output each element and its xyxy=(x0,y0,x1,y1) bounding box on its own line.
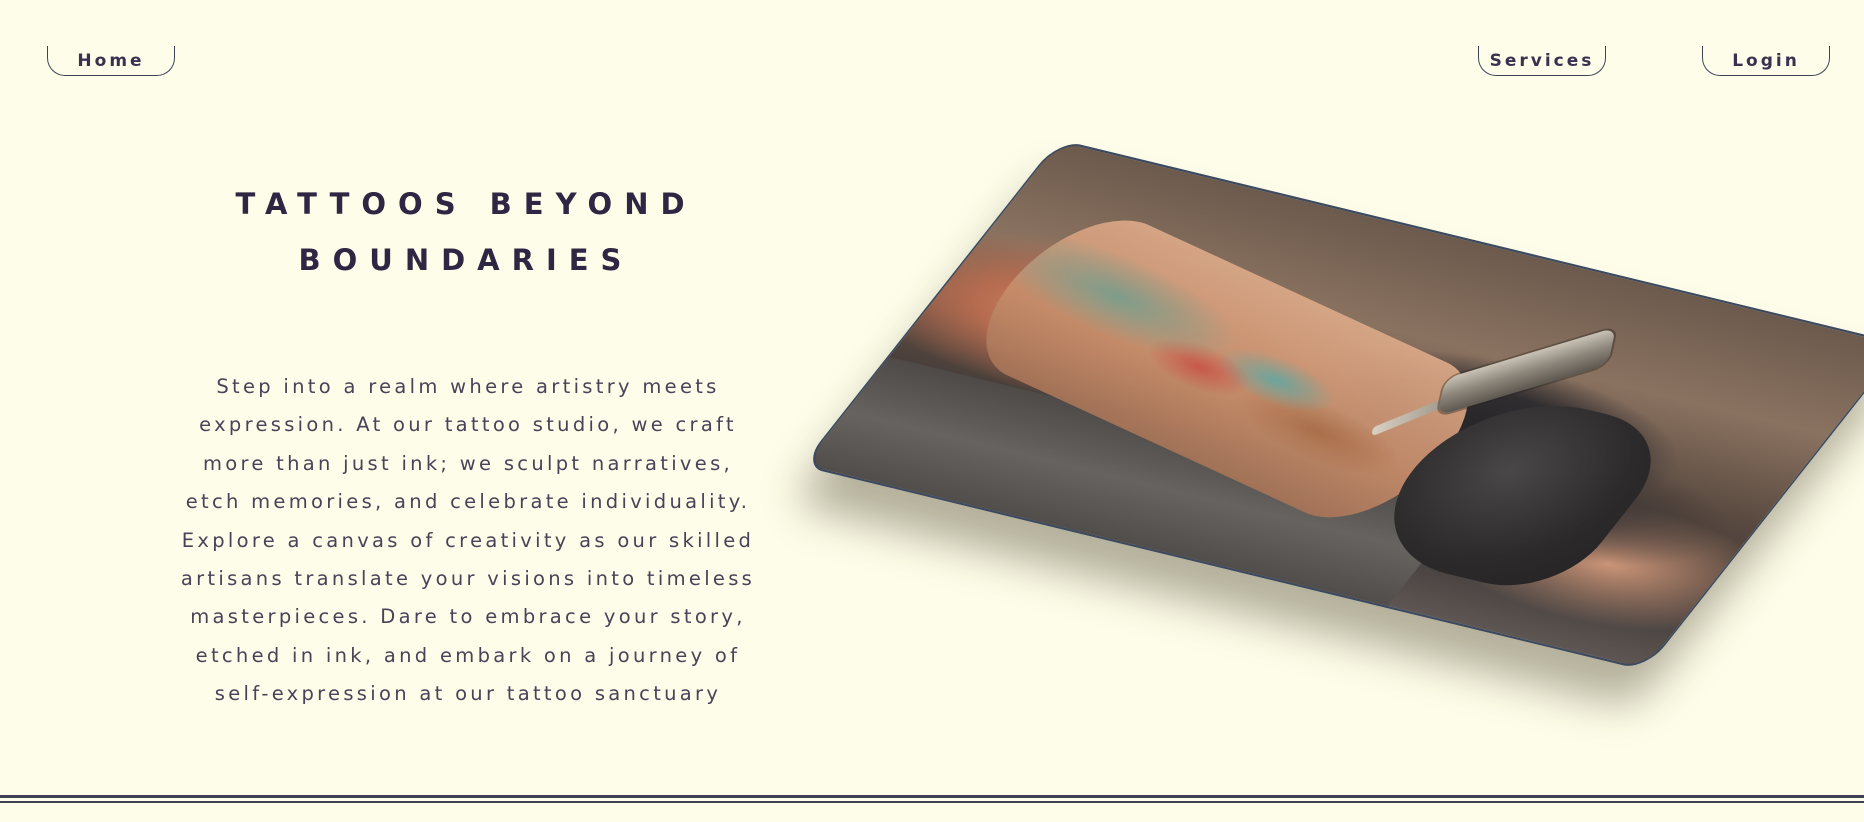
landing-page: Home Services Login TATTOOS BEYOND BOUND… xyxy=(0,0,1864,822)
hero-title: TATTOOS BEYOND BOUNDARIES xyxy=(235,187,697,277)
nav-home-button[interactable]: Home xyxy=(47,46,175,76)
tattoo-photo xyxy=(800,139,1864,671)
hero-description: Step into a realm where artistry meets e… xyxy=(180,375,756,706)
nav-login-button[interactable]: Login xyxy=(1702,46,1830,76)
footer-divider-bottom xyxy=(0,801,1864,803)
photo-tattoo-machine xyxy=(1437,327,1616,417)
nav-services-button[interactable]: Services xyxy=(1478,46,1606,76)
footer-divider-top xyxy=(0,795,1864,798)
